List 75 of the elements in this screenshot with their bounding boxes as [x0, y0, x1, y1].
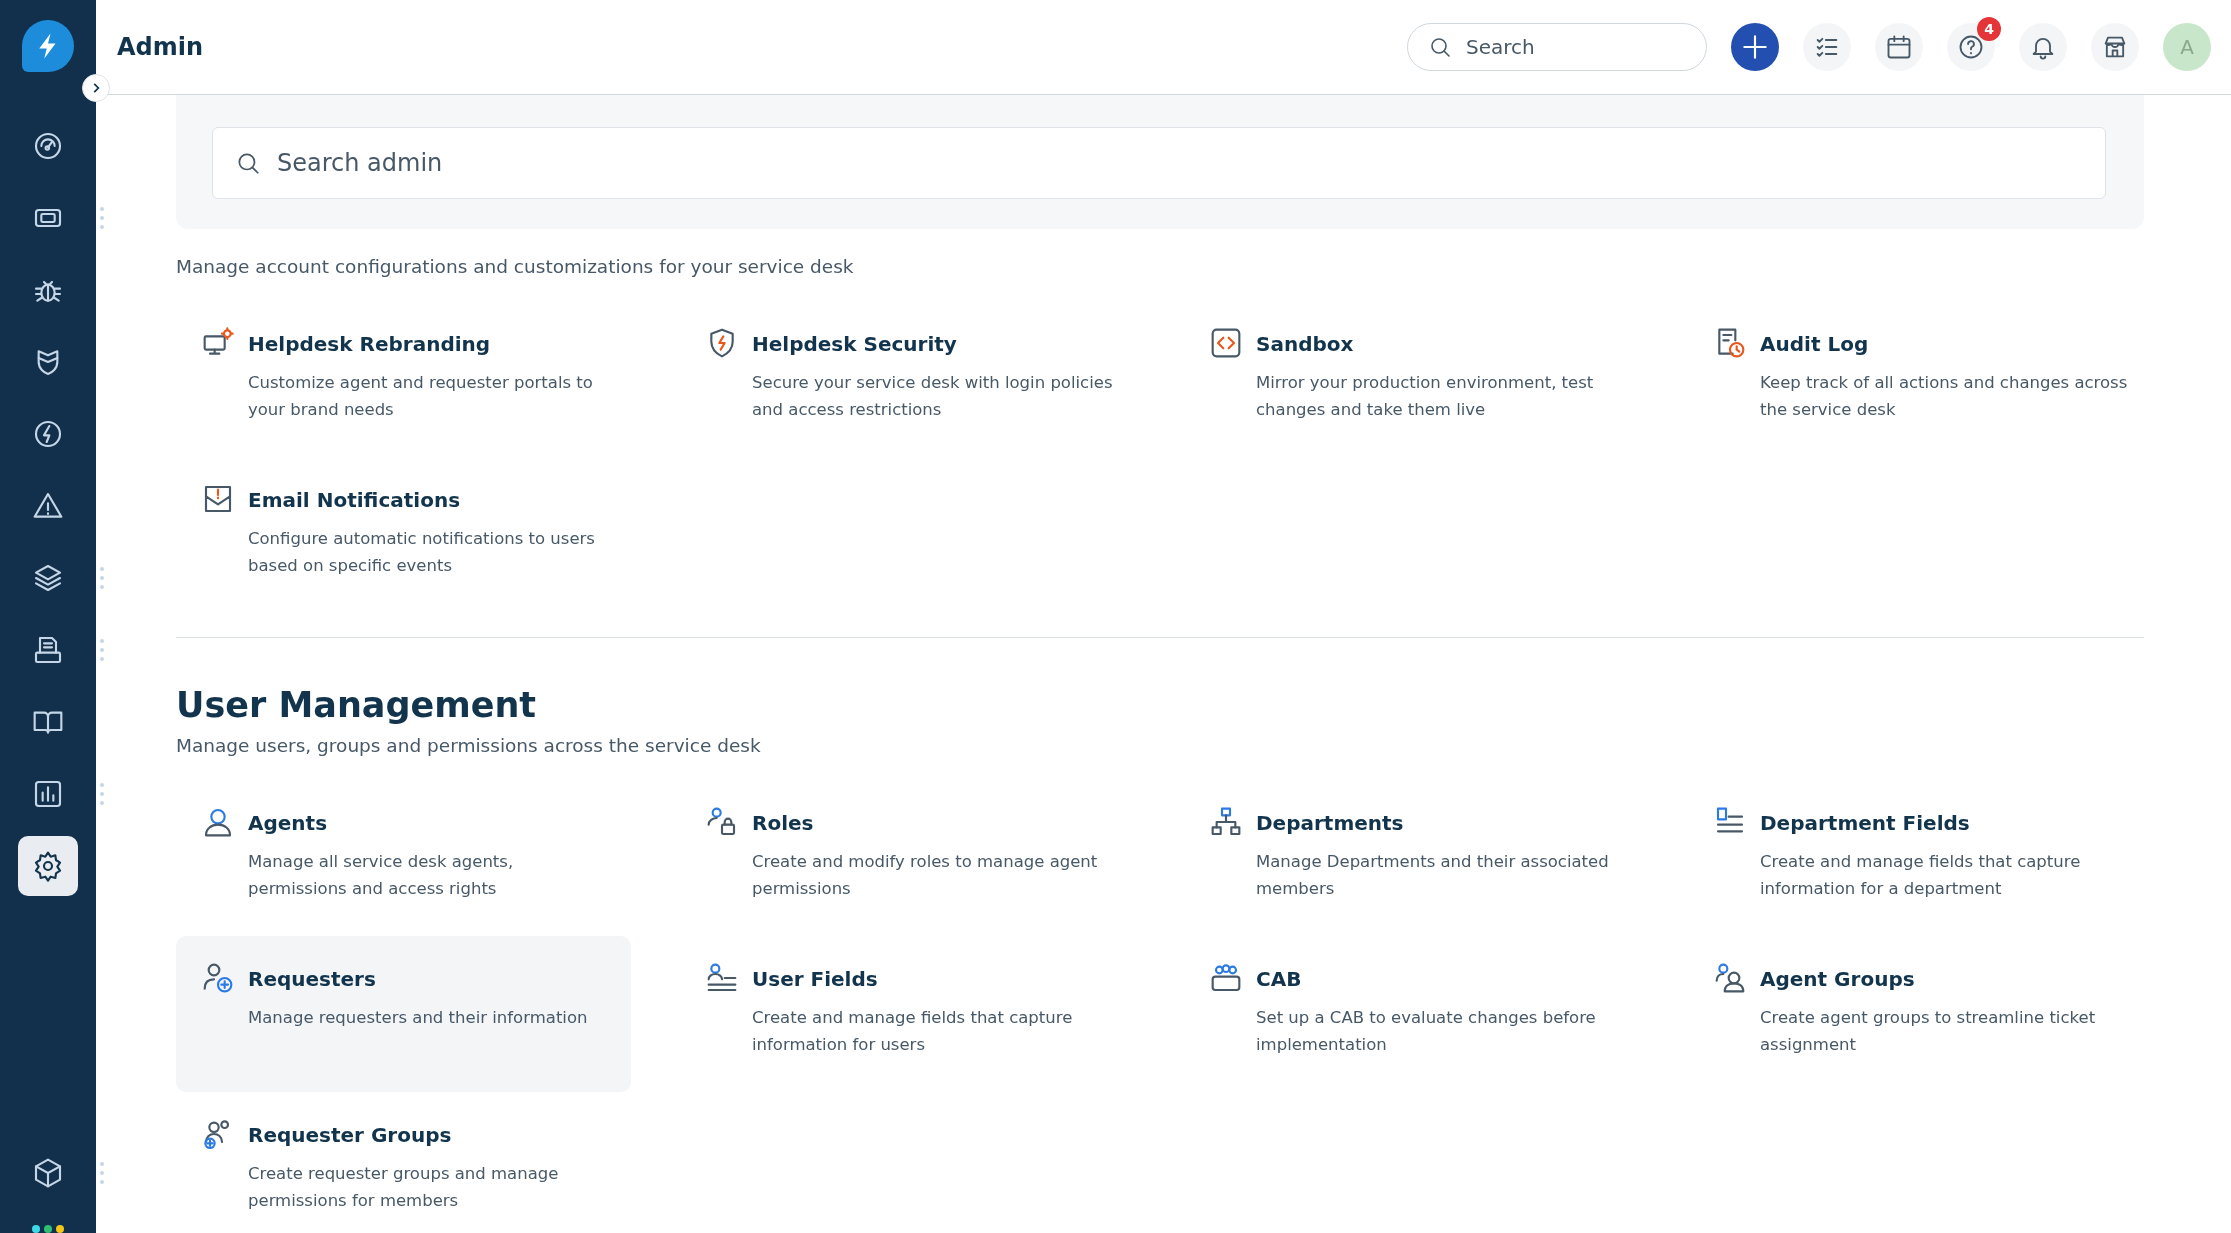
sidebar-item[interactable] — [18, 836, 78, 896]
card-title: CAB — [1256, 965, 1303, 993]
marketplace-button[interactable] — [2091, 23, 2139, 71]
card-description: Manage requesters and their information — [248, 1006, 588, 1029]
settings-card[interactable]: Agents Manage all service desk agents, permissions and access rights — [176, 779, 631, 936]
page-title: Admin — [117, 32, 204, 62]
card-description: Create requester groups and manage permissions for members — [248, 1162, 560, 1212]
card-title: Helpdesk Security — [752, 330, 958, 358]
card-description: Secure your service desk with login policies and access restrictions — [752, 371, 1114, 421]
section-description: Manage users, groups and permissions across the service desk — [176, 733, 762, 758]
lightning-icon — [32, 418, 64, 450]
card-title: User Fields — [752, 965, 879, 993]
code-icon — [1210, 326, 1242, 359]
settings-card[interactable]: Email Notifications Configure automatic notifications to users based on specific events — [176, 456, 631, 613]
card-title: Agents — [248, 809, 329, 837]
settings-card[interactable]: Audit Log Keep track of all actions and changes across the service desk — [1688, 300, 2143, 457]
roles-icon — [706, 805, 738, 838]
search-icon — [1428, 35, 1452, 59]
notifications-button[interactable] — [2019, 23, 2067, 71]
settings-card[interactable]: Agent Groups Create agent groups to streamline ticket assignment — [1688, 935, 2143, 1092]
card-description: Configure automatic notifications to users based on specific events — [248, 527, 596, 577]
dashboard-icon — [32, 130, 64, 162]
settings-card[interactable]: User Fields Create and manage fields that capture information for users — [680, 935, 1135, 1092]
card-description: Create agent groups to streamline ticket assignment — [1760, 1006, 2097, 1056]
section-title: User Management — [176, 683, 538, 726]
settings-card[interactable]: Helpdesk Security Secure your service desk with login policies and access restrictions — [680, 300, 1135, 457]
settings-card[interactable]: Requester Groups Create requester groups and manage permissions for members — [176, 1091, 631, 1233]
add-button[interactable] — [1731, 23, 1779, 71]
card-title: Helpdesk Rebranding — [248, 330, 492, 358]
people-icon — [1714, 961, 1746, 994]
hierarchy-icon — [1210, 805, 1242, 838]
settings-card[interactable]: CAB Set up a CAB to evaluate changes before implementation — [1184, 935, 1639, 1092]
card-title: Audit Log — [1760, 330, 1870, 358]
section-description: Manage account configurations and customizations for your service desk — [176, 255, 855, 279]
card-title: Departments — [1256, 809, 1405, 837]
app-logo[interactable] — [22, 20, 74, 72]
card-description: Manage all service desk agents, permissions and access rights — [248, 850, 515, 900]
help-button[interactable] — [1947, 23, 1995, 71]
settings-card[interactable]: Departments Manage Departments and their associated members — [1184, 779, 1639, 936]
card-title: Sandbox — [1256, 330, 1355, 358]
card-description: Create and manage fields that capture information for users — [752, 1006, 1074, 1056]
cube-icon — [32, 1157, 64, 1189]
card-title: Requester Groups — [248, 1121, 453, 1149]
settings-card[interactable]: Roles Create and modify roles to manage agent permissions — [680, 779, 1135, 936]
settings-card[interactable]: Helpdesk Rebranding Customize agent and requester portals to your brand needs — [176, 300, 631, 457]
group-icon — [1210, 961, 1242, 994]
card-description: Manage Departments and their associated members — [1256, 850, 1610, 900]
calendar-icon — [1885, 33, 1913, 61]
card-title: Department Fields — [1760, 809, 1971, 837]
search-field[interactable]: Search — [1464, 31, 1664, 63]
settings-card[interactable]: Department Fields Create and manage fields that capture information for a department — [1688, 779, 2143, 936]
settings-card[interactable]: Sandbox Mirror your production environment, test changes and take them live — [1184, 300, 1639, 457]
notification-badge: 4 — [1977, 17, 2001, 41]
card-description: Create and modify roles to manage agent permissions — [752, 850, 1099, 900]
person-add-icon — [202, 961, 234, 994]
admin-search-box[interactable]: Search admin — [212, 127, 2106, 199]
card-title: Roles — [752, 809, 815, 837]
card-description: Create and manage fields that capture information for a department — [1760, 850, 2082, 900]
card-description: Customize agent and requester portals to your brand needs — [248, 371, 594, 421]
document-icon — [32, 634, 64, 666]
tasks-button[interactable] — [1803, 23, 1851, 71]
layers-icon — [32, 562, 64, 594]
card-description: Set up a CAB to evaluate changes before implementation — [1256, 1006, 1597, 1056]
card-description: Keep track of all actions and changes across the service desk — [1760, 371, 2129, 421]
card-description: Mirror your production environment, test changes and take them live — [1256, 371, 1595, 421]
calendar-button[interactable] — [1875, 23, 1923, 71]
expand-button[interactable] — [82, 74, 110, 102]
person-fields-icon — [706, 961, 738, 994]
help-icon — [1957, 33, 1985, 61]
card-title: Email Notifications — [248, 486, 462, 514]
card-title: Agent Groups — [1760, 965, 1916, 993]
chart-icon — [32, 778, 64, 810]
settings-icon — [32, 850, 64, 882]
card-title: Requesters — [248, 965, 377, 993]
settings-card[interactable]: Requesters Manage requesters and their information — [176, 935, 631, 1092]
